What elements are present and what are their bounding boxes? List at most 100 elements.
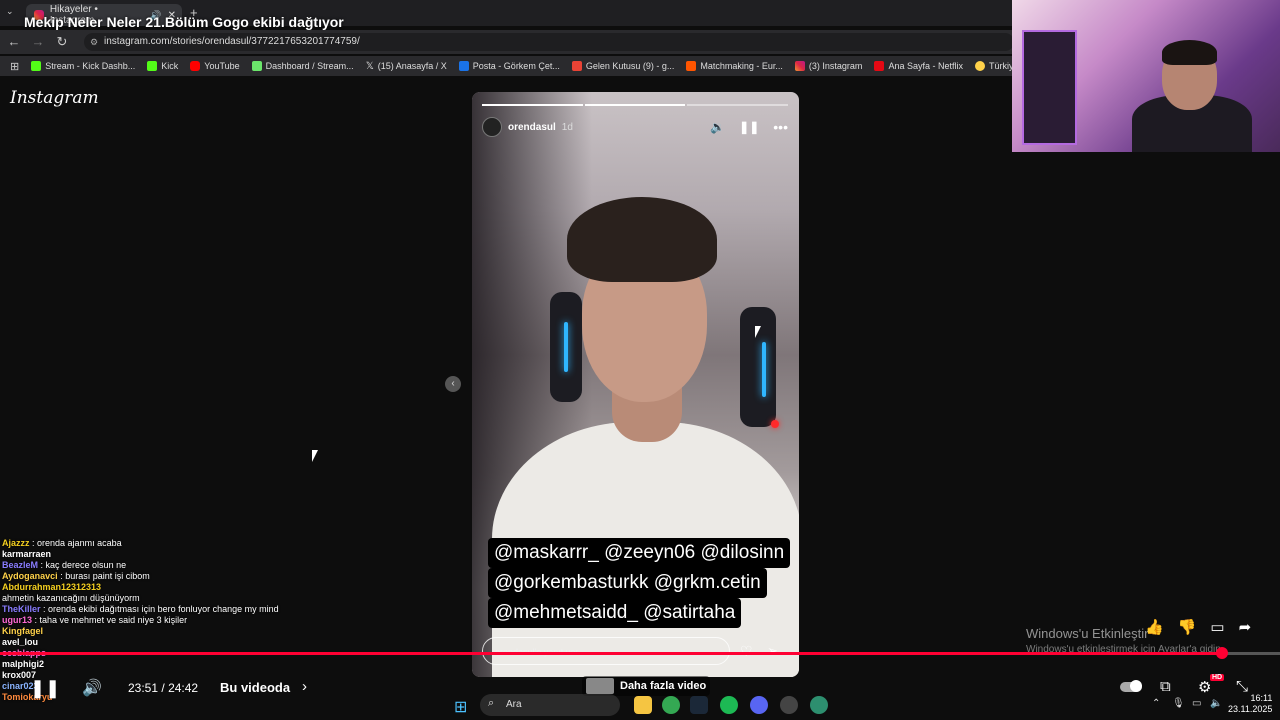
taskbar-search[interactable]: Ara <box>480 694 620 716</box>
thumbs-down-icon[interactable]: 👎 <box>1178 618 1197 636</box>
bookmark-item[interactable]: Ana Sayfa - Netflix <box>874 61 963 71</box>
bookmark-item[interactable]: (3) Instagram <box>794 61 862 71</box>
site-info-icon[interactable]: ⚙ <box>90 33 98 51</box>
chat-text: orenda ekibi dağıtması için bero fonluyo… <box>48 604 279 614</box>
chat-username: Kingfagel <box>2 626 44 636</box>
steam-icon[interactable] <box>690 696 708 714</box>
mention-line[interactable]: @gorkembasturkk @grkm.cetin <box>488 568 767 598</box>
instagram-icon <box>794 61 805 71</box>
chevron-right-icon[interactable]: › <box>302 678 307 695</box>
chat-separator: : <box>38 560 46 570</box>
faceit-icon <box>686 61 697 71</box>
previous-story-icon[interactable]: ‹ <box>445 376 461 392</box>
headset-light <box>564 322 568 372</box>
volume-icon[interactable]: 🔉 <box>710 120 725 134</box>
chrome-icon[interactable] <box>662 696 680 714</box>
microphone-icon[interactable]: 🎙 <box>1172 698 1185 709</box>
display-icon[interactable]: ▭ <box>1192 698 1201 709</box>
bookmark-item[interactable]: Dashboard / Stream... <box>251 61 354 71</box>
chat-message: TheKiller : orenda ekibi dağıtması için … <box>2 604 282 615</box>
chat-message: Abdurrahman12312313 <box>2 582 282 593</box>
mouse-cursor <box>755 326 767 338</box>
chat-text: ahmetin kazanıcağını düşünüyorm <box>2 593 140 603</box>
story-viewer[interactable]: orendasul 1d 🔉 ❚❚ ••• @maskarrr_ @zeeyn0… <box>472 92 799 677</box>
reply-input[interactable]: orendasul'e yanıt ver... <box>482 637 730 665</box>
more-options-icon[interactable]: ••• <box>773 119 788 135</box>
taskbar-clock[interactable]: 16:11 23.11.2025 <box>1228 693 1272 715</box>
chat-text: taha ve mehmet ve said niye 3 kişiler <box>39 615 188 625</box>
discord-icon[interactable] <box>750 696 768 714</box>
headset-right <box>740 307 776 427</box>
app-icon[interactable] <box>780 696 798 714</box>
chat-message: karmarraen <box>2 549 282 560</box>
thumbs-up-icon[interactable]: 👍 <box>1145 618 1164 636</box>
in-this-video-button[interactable]: Bu videoda <box>220 680 290 695</box>
chat-text: burası paint işi cibom <box>65 571 150 581</box>
send-icon[interactable]: ➢ <box>767 643 778 659</box>
chat-message: malphigi2 <box>2 659 282 670</box>
headset-led <box>771 420 779 428</box>
mention-line[interactable]: @mehmetsaidd_ @satirtaha <box>488 598 742 628</box>
tray-chevron-icon[interactable]: ⌃ <box>1152 698 1160 709</box>
story-header: orendasul 1d 🔉 ❚❚ ••• <box>482 116 788 138</box>
forward-icon[interactable]: → <box>30 34 46 50</box>
chat-username: ugur13 <box>2 615 33 625</box>
chat-username: malphigi2 <box>2 659 45 669</box>
bookmark-item[interactable]: YouTube <box>190 61 240 71</box>
bookmark-item[interactable]: 𝕏 (15) Anasayfa / X <box>366 61 447 72</box>
story-progress <box>482 104 789 106</box>
mention-line[interactable]: @maskarrr_ @zeeyn06 @dilosinn <box>488 538 791 568</box>
x-icon: 𝕏 <box>365 60 374 72</box>
avatar[interactable] <box>482 117 502 137</box>
chat-message: Kingfagel <box>2 626 282 637</box>
current-time: 23:51 <box>128 681 159 695</box>
pause-button[interactable]: ❚❚ <box>30 678 60 699</box>
windows-activation-title: Windows'u Etkinleştir <box>1026 626 1149 641</box>
spotify-icon[interactable] <box>720 696 738 714</box>
bookmark-item[interactable]: Matchmaking - Eur... <box>686 61 783 71</box>
kick-icon <box>147 61 158 71</box>
file-explorer-icon[interactable] <box>634 696 652 714</box>
chat-message: Ajazzz : orenda ajanmı acaba <box>2 538 282 549</box>
mention-sticker: @maskarrr_ @zeeyn06 @dilosinn @gorkembas… <box>488 538 791 628</box>
volume-icon[interactable]: 🔊 <box>82 678 102 698</box>
duration: 24:42 <box>168 681 199 695</box>
url-field[interactable]: ⚙ instagram.com/stories/orendasul/377221… <box>84 33 1014 51</box>
chat-username: BeazleM <box>2 560 39 570</box>
site-icon <box>974 61 985 71</box>
bookmark-item[interactable]: Stream - Kick Dashb... <box>31 61 135 71</box>
pause-icon[interactable]: ❚❚ <box>739 120 759 134</box>
share-icon[interactable]: ➦ <box>1239 618 1252 636</box>
chat-message: ahmetin kazanıcağını düşünüyorm <box>2 593 282 604</box>
webcam-streamer-hair <box>1162 40 1217 65</box>
back-icon[interactable]: ← <box>6 34 22 50</box>
instagram-logo[interactable]: Instagram <box>10 88 99 108</box>
bookmark-item[interactable]: Posta - Görkem Çet... <box>458 61 560 71</box>
chat-username: Abdurrahman12312313 <box>2 582 102 592</box>
chat-username: TheKiller <box>2 604 41 614</box>
dashboard-icon <box>251 61 262 71</box>
seek-progress <box>0 652 1223 655</box>
windows-taskbar: ⊞ Ara ⌕ ⌃ 🎙 ▭ 🔈 16:11 23.11.2025 <box>420 690 1280 720</box>
browser-icon[interactable] <box>810 696 828 714</box>
comment-icon[interactable]: ▭ <box>1210 618 1224 636</box>
chat-username: avel_lou <box>2 637 39 647</box>
hd-badge: HD <box>1210 674 1225 681</box>
speaker-icon[interactable]: 🔈 <box>1210 698 1222 709</box>
apps-grid-icon[interactable]: ⊞ <box>10 60 19 73</box>
headset-light <box>762 342 766 397</box>
bookmark-item[interactable]: Kick <box>147 61 178 71</box>
chat-text: kaç derece olsun ne <box>45 560 127 570</box>
bookmark-item[interactable]: Gelen Kutusu (9) - g... <box>571 61 674 71</box>
story-progress-segment <box>584 104 686 106</box>
chat-username: karmarraen <box>2 549 52 559</box>
seek-handle[interactable] <box>1216 647 1229 659</box>
reload-icon[interactable]: ↻ <box>54 34 70 50</box>
video-title: Mekip Neler Neler 21.Bölüm Gogo ekibi da… <box>24 14 344 30</box>
story-username[interactable]: orendasul <box>508 122 556 133</box>
chat-separator: : <box>32 615 40 625</box>
person-hair <box>567 197 717 282</box>
tab-list-chevron-icon[interactable]: ⌄ <box>6 6 14 17</box>
windows-start-icon[interactable]: ⊞ <box>454 697 467 717</box>
time-separator: / <box>161 681 165 695</box>
